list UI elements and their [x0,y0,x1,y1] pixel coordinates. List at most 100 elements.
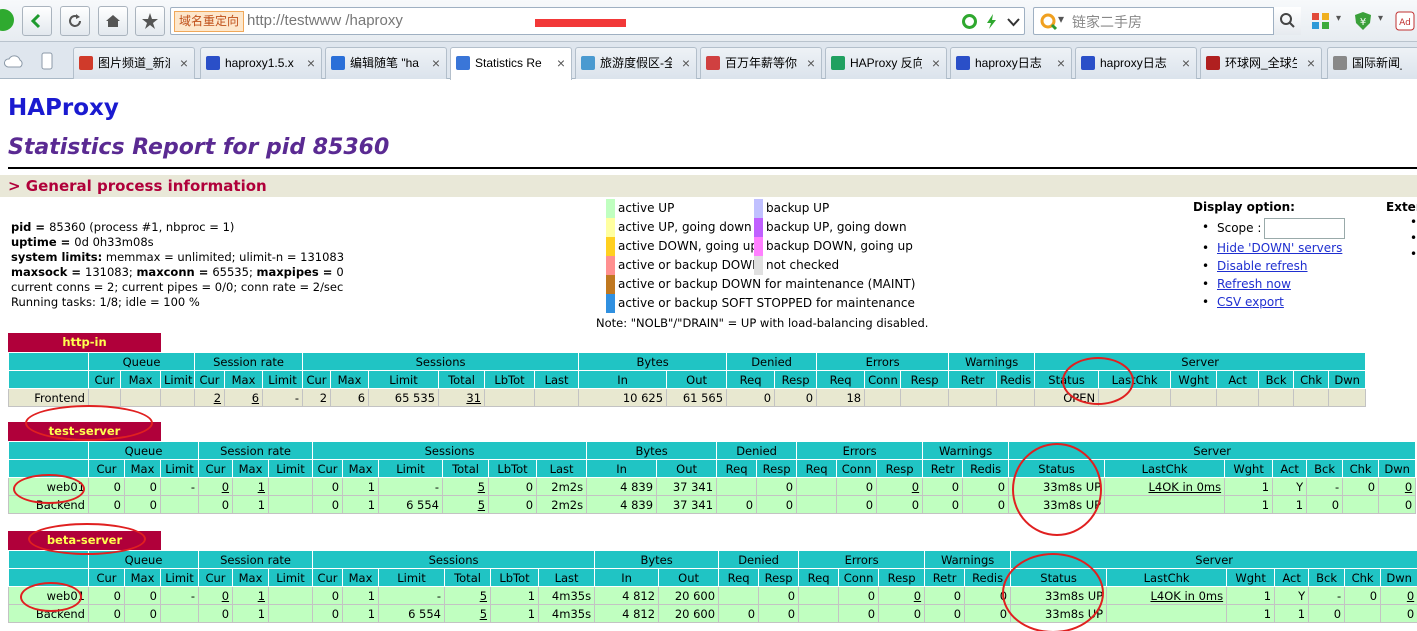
column-header: Out [658,568,720,587]
search-box[interactable]: ▾ 链家二手房 [1033,7,1301,35]
tab-5[interactable]: 百万年薪等你 × [700,47,822,79]
group-header: Queue [87,352,196,371]
cell-value: 5 [477,497,486,512]
close-tab-icon[interactable]: × [180,48,188,78]
stat-cell: 31 [438,388,486,407]
search-input[interactable]: 链家二手房 [1072,12,1142,32]
money-chevron-icon[interactable]: ▾ [1378,13,1383,24]
legend-label: active UP [618,201,675,215]
cell-value: 1 [367,606,376,621]
proxy-stats-table: Queue Session rate Sessions Bytes Denied Erro… [8,352,1367,407]
stat-cell [268,604,314,623]
cell-value: 1 [1295,497,1304,512]
stat-cell [159,604,200,623]
stat-cell: 0 [312,477,344,496]
column-header: Req [816,370,866,389]
baidu-paw-icon [206,56,220,70]
stat-cell: 0 [758,586,800,605]
url-text[interactable]: http://testwww /haproxy [247,11,403,31]
home-button[interactable] [98,6,128,36]
stat-cell [718,586,760,605]
csv-export-link[interactable]: CSV export [1217,295,1284,309]
process-info: pid = 85360 (process #1, nbproc = 1) upt… [11,220,344,310]
close-tab-icon[interactable]: × [432,48,440,78]
tab-label: haproxy日志 [1100,56,1167,70]
cell-value: L4OK in 0ms [1150,588,1224,603]
apps-grid-icon[interactable] [1310,10,1332,32]
close-tab-icon[interactable]: × [1182,48,1190,78]
column-header: Max [120,370,161,389]
stat-cell: 0 [198,604,234,623]
close-tab-icon[interactable]: × [932,48,940,78]
cell-value: 4m35s [551,606,592,621]
tab-label: 百万年薪等你 [725,56,797,70]
column-header: Req [718,568,760,587]
search-button[interactable] [1273,7,1301,35]
stat-cell: 4m35s [538,604,596,623]
proxy-name[interactable]: http-in [8,333,161,352]
tab-9[interactable]: 环球网_全球生 × [1200,47,1322,79]
stat-cell [864,388,902,407]
stat-cell: 0 [1378,495,1417,514]
close-tab-icon[interactable]: × [682,48,690,78]
stat-cell: 5 [444,604,492,623]
tab-4[interactable]: 旅游度假区-全 × [575,47,697,79]
tab-10[interactable]: 国际新闻_环 [1327,47,1417,79]
column-header: In [594,568,660,587]
external-resources: Exter••• [1386,200,1417,262]
tab-0[interactable]: 图片频道_新浪 × [73,47,195,79]
cloud-icon[interactable] [4,54,24,68]
adblock-icon[interactable]: Ad [1394,10,1416,32]
cell-value: 0 [1406,606,1415,621]
search-engine-icon[interactable] [1040,13,1058,31]
close-tab-icon[interactable]: × [807,48,815,78]
close-tab-icon[interactable]: × [307,48,315,78]
disable-refresh-link[interactable]: Disable refresh [1217,259,1308,273]
reload-button[interactable] [60,6,90,36]
mobile-icon[interactable] [41,52,53,70]
cell-value: 0 [911,479,920,494]
redirect-badge[interactable]: 域名重定向 [174,11,245,32]
tab-7[interactable]: haproxy日志 × [950,47,1072,79]
browser-toolbar: 域名重定向 http://testwww /haproxy ▾ 链家二手房 ▾ … [0,0,1417,42]
column-header: Req [798,568,840,587]
refresh-now-link[interactable]: Refresh now [1217,277,1291,291]
tab-2[interactable]: 编辑随笔 "ha × [325,47,447,79]
tab-3[interactable]: Statistics Re × [450,47,572,80]
tab-8[interactable]: haproxy日志 × [1075,47,1197,79]
security-shield-icon[interactable] [961,13,978,30]
scope-input[interactable] [1264,218,1346,239]
cell-value: 4 839 [620,497,654,512]
stat-cell: 2m2s [536,477,588,496]
hide-down-link[interactable]: Hide 'DOWN' servers [1217,241,1342,255]
stat-cell: - [262,388,304,407]
stat-cell: 0 [922,495,964,514]
stat-cell: 0 [836,477,878,496]
legend-label: active DOWN, going up [618,239,758,253]
maxconn-value: 65535; [212,265,257,279]
column-header: LastChk [1104,459,1226,478]
close-tab-icon[interactable]: × [1057,48,1065,78]
uptime-value: 0d 0h33m08s [74,235,154,249]
search-engine-chevron-icon[interactable]: ▾ [1058,12,1064,26]
chevron-down-icon[interactable] [1005,13,1022,30]
column-header: Max [342,459,380,478]
tab-6[interactable]: HAProxy 反向 × [825,47,947,79]
column-header: Cur [88,370,121,389]
address-bar[interactable]: 域名重定向 http://testwww /haproxy [170,7,1025,35]
cell-value: 6 554 [406,497,440,512]
stat-cell: L4OK in 0ms [1106,586,1228,605]
back-button[interactable] [22,6,52,36]
close-tab-icon[interactable]: × [557,48,565,78]
column-header: Cur [312,568,344,587]
money-shield-icon[interactable]: ¥ [1352,10,1374,32]
favorites-button[interactable] [135,6,165,36]
tab-1[interactable]: haproxy1.5.x × [200,47,322,79]
cell-value: 10 625 [622,390,664,405]
close-tab-icon[interactable]: × [1307,48,1315,78]
legend-swatch [606,218,615,237]
travel-icon [581,56,595,70]
row-label[interactable]: Frontend [8,388,89,407]
apps-chevron-icon[interactable]: ▾ [1336,13,1341,24]
lightning-icon[interactable] [983,13,1000,30]
